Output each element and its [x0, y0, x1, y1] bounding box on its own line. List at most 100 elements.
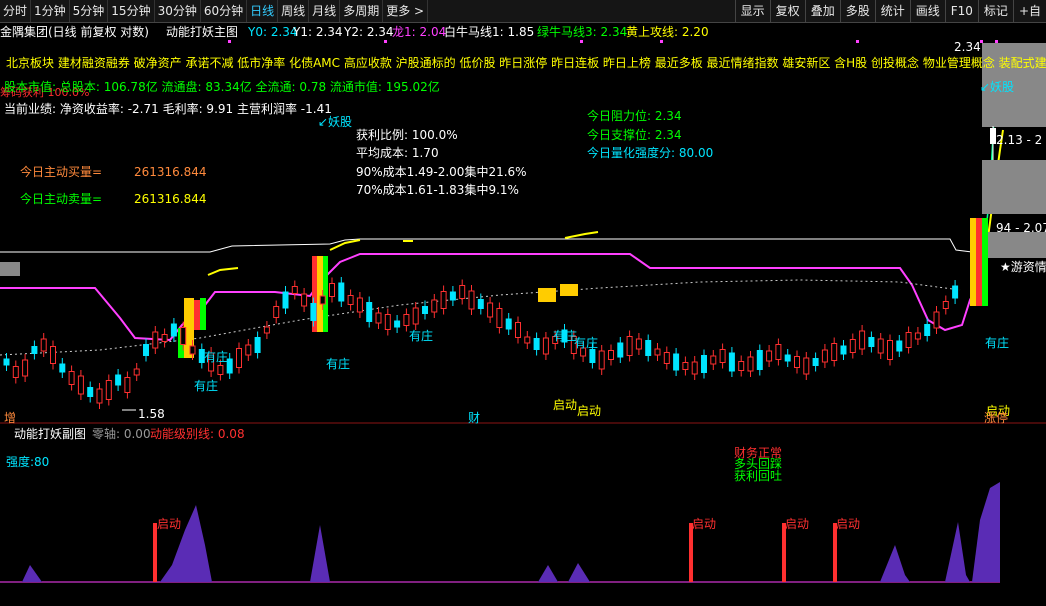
candle-body	[840, 345, 847, 355]
green-line-value: 绿牛马线3: 2.34	[537, 25, 628, 39]
candle-body	[933, 311, 940, 329]
sub-start-4: 启动	[836, 517, 861, 531]
candle-body	[245, 344, 252, 356]
candle-body	[31, 346, 38, 354]
magenta-line	[0, 253, 976, 342]
candle-body	[375, 312, 382, 324]
candle-body	[152, 331, 159, 349]
candle-body	[273, 306, 280, 318]
y0-value: Y0: 2.34	[248, 25, 298, 39]
sub-zero: 零轴: 0.00	[92, 427, 151, 441]
candle-body	[431, 299, 438, 313]
candle-body	[412, 307, 419, 325]
candle-body	[924, 324, 931, 336]
gray-box-2	[982, 160, 1046, 214]
candle-body	[124, 377, 131, 393]
candle-body	[477, 299, 484, 309]
candle-body	[849, 339, 856, 353]
resist-level: 今日阻力位: 2.34	[587, 109, 682, 123]
candle-body	[459, 285, 466, 299]
candle-body	[738, 361, 745, 371]
yellow-seg-2	[329, 239, 361, 251]
y2-value: Y2: 2.34	[344, 25, 394, 39]
candle-body	[329, 283, 335, 297]
peak-6	[880, 545, 910, 582]
candle-body	[710, 355, 717, 365]
candle-body	[794, 356, 800, 368]
candle-body	[608, 350, 614, 360]
candle-body	[133, 368, 140, 376]
candle-body	[254, 337, 261, 353]
candle-body	[691, 361, 698, 375]
mark-youzhuang-3: 有庄	[326, 357, 351, 371]
long1-value: 龙1: 2.04	[392, 25, 447, 39]
candle-body	[468, 290, 475, 310]
mark-cai: 财	[468, 411, 481, 425]
peak-3	[310, 525, 330, 582]
yao-label: ↙妖股	[318, 115, 353, 129]
candle-body	[87, 387, 94, 397]
sub-title: 动能打妖副图	[14, 427, 87, 441]
candle-body	[663, 352, 670, 364]
mark-zeng: 增	[4, 411, 17, 425]
candle-body	[384, 314, 391, 330]
sub-start-1: 启动	[157, 517, 182, 531]
candles	[3, 277, 959, 409]
active-buy-label: 今日主动买量=	[20, 165, 103, 179]
peak-7	[945, 522, 970, 582]
mark-qidong-2: 启动	[577, 404, 602, 418]
candle-body	[505, 318, 512, 330]
candle-body	[803, 357, 810, 375]
candle-body	[282, 291, 289, 309]
y1-value: Y1: 2.34	[293, 25, 343, 39]
candle-body	[338, 282, 345, 302]
active-sell-value: 261316.844	[134, 192, 207, 206]
profit-ratio: 获利比例: 100.0%	[356, 128, 458, 142]
candle-body	[22, 359, 29, 377]
candle-body	[542, 337, 549, 355]
mark-youzi: ★游资情	[1000, 260, 1046, 274]
mark-qidong-1: 启动	[553, 398, 578, 412]
candle-body	[515, 322, 521, 338]
candle-body	[236, 348, 242, 368]
candle-body	[682, 362, 689, 370]
concepts-row: 北京板块 建材融资融券 破净资产 承诺不减 低市净率 化债AMC 高应收款 沪股…	[6, 56, 1046, 70]
peak-5	[568, 563, 590, 582]
candle-body	[617, 342, 624, 358]
candle-body	[942, 301, 949, 309]
candle-body	[487, 302, 494, 318]
sub-start-3: 启动	[785, 517, 810, 531]
candle-body	[496, 308, 503, 328]
candle-body	[347, 295, 354, 305]
candle-body	[598, 350, 605, 370]
sub-strength: 强度:80	[6, 455, 50, 469]
candle-body	[105, 380, 112, 400]
avg-cost: 平均成本: 1.70	[356, 146, 439, 160]
candle-body	[50, 346, 56, 364]
mark-zhangting: 涨停	[984, 411, 1009, 425]
cost-70: 70%成本1.61-1.83集中9.1%	[356, 183, 519, 197]
candle-body	[756, 350, 763, 370]
signal-profit-take: 获利回吐	[734, 469, 783, 483]
strength-score: 今日量化强度分: 80.00	[587, 146, 714, 160]
candle-body	[403, 314, 410, 326]
candle-body	[59, 363, 66, 373]
candle-body	[524, 336, 531, 344]
candle-body	[180, 327, 187, 345]
candle-body	[40, 338, 47, 352]
candle-body	[263, 326, 270, 334]
candle-body	[701, 355, 707, 373]
candle-body	[77, 375, 84, 395]
candle-body	[868, 337, 875, 347]
candle-body	[626, 336, 633, 356]
price-top: 2.34	[954, 40, 981, 54]
yellow-seg-1	[207, 267, 239, 276]
support-level: 今日支撑位: 2.34	[587, 128, 682, 142]
candle-body	[728, 352, 735, 372]
candle-body	[68, 371, 75, 385]
sub-start-2: 启动	[692, 517, 717, 531]
candle-body	[645, 340, 652, 356]
yellow-line-value: 黄上攻线: 2.20	[626, 25, 709, 39]
performance-row: 当前业绩: 净资收益率: -2.71 毛利率: 9.91 主营利润率 -1.41	[4, 102, 332, 116]
active-buy-value: 261316.844	[134, 165, 207, 179]
